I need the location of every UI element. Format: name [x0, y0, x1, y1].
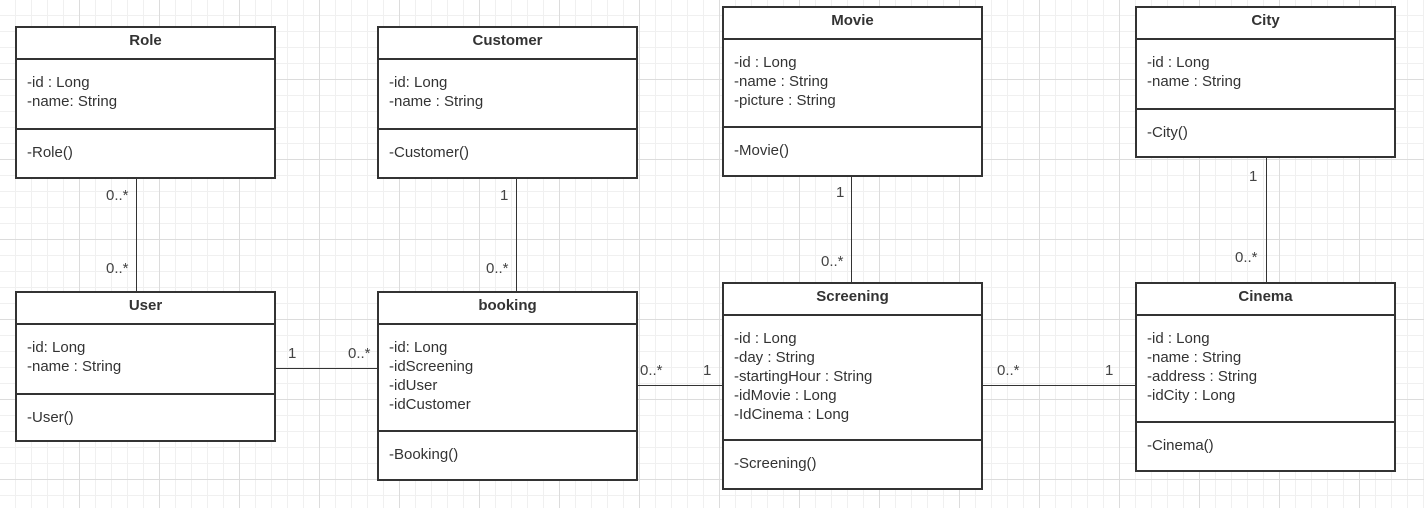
attribute: -id : Long — [734, 330, 797, 347]
attribute-section: -id : Long -name : String — [1137, 40, 1394, 110]
multiplicity-booking-screening-right: 1 — [703, 362, 712, 379]
class-name: Screening — [724, 284, 981, 316]
operation: -Booking() — [389, 446, 459, 463]
attribute: -name: String — [27, 93, 118, 110]
assoc-user-booking — [275, 368, 378, 369]
attribute: -name : String — [734, 73, 829, 90]
operation-section: -Screening() — [724, 441, 981, 488]
class-name: booking — [379, 293, 636, 325]
attribute-section: -id : Long -day : String -startingHour :… — [724, 316, 981, 441]
operation-section: -Booking() — [379, 432, 636, 479]
attribute-section: -id: Long -name : String — [17, 325, 274, 395]
operation: -Screening() — [734, 455, 817, 472]
multiplicity-screening-cinema-left: 0..* — [997, 362, 1020, 379]
attribute: -idScreening — [389, 358, 474, 375]
operation-section: -City() — [1137, 110, 1394, 156]
attribute-section: -id : Long -name : String -picture : Str… — [724, 40, 981, 128]
multiplicity-customer-booking-top: 1 — [500, 187, 509, 204]
attribute: -idUser — [389, 377, 438, 394]
operation-section: -User() — [17, 395, 274, 440]
operation: -Customer() — [389, 144, 470, 161]
multiplicity-city-cinema-bottom: 0..* — [1235, 249, 1258, 266]
operation-section: -Movie() — [724, 128, 981, 175]
assoc-screening-cinema — [981, 385, 1136, 386]
attribute: -idCustomer — [389, 396, 471, 413]
attribute: -name : String — [389, 93, 484, 110]
operation-section: -Customer() — [379, 130, 636, 177]
class-city[interactable]: City -id : Long -name : String -City() — [1135, 6, 1396, 158]
attribute: -id: Long — [389, 339, 448, 356]
attribute-section: -id: Long -idScreening -idUser -idCustom… — [379, 325, 636, 432]
attribute: -idMovie : Long — [734, 387, 837, 404]
multiplicity-movie-screening-bottom: 0..* — [821, 253, 844, 270]
attribute: -id: Long — [389, 74, 448, 91]
multiplicity-booking-screening-left: 0..* — [640, 362, 663, 379]
attribute-section: -id: Long -name : String — [379, 60, 636, 130]
class-role[interactable]: Role -id : Long -name: String -Role() — [15, 26, 276, 179]
attribute: -id : Long — [1147, 54, 1210, 71]
assoc-booking-screening — [636, 385, 723, 386]
multiplicity-role-user-top: 0..* — [106, 187, 129, 204]
attribute: -idCity : Long — [1147, 387, 1236, 404]
class-user[interactable]: User -id: Long -name : String -User() — [15, 291, 276, 442]
attribute: -day : String — [734, 349, 815, 366]
multiplicity-city-cinema-top: 1 — [1249, 168, 1258, 185]
attribute: -id : Long — [1147, 330, 1210, 347]
class-cinema[interactable]: Cinema -id : Long -name : String -addres… — [1135, 282, 1396, 472]
multiplicity-user-booking-right: 0..* — [348, 345, 371, 362]
attribute: -startingHour : String — [734, 368, 873, 385]
class-name: Movie — [724, 8, 981, 40]
attribute-section: -id : Long -name : String -address : Str… — [1137, 316, 1394, 423]
class-name: Customer — [379, 28, 636, 60]
class-name: Role — [17, 28, 274, 60]
class-movie[interactable]: Movie -id : Long -name : String -picture… — [722, 6, 983, 177]
operation-section: -Cinema() — [1137, 423, 1394, 470]
operation: -City() — [1147, 124, 1188, 141]
multiplicity-screening-cinema-right: 1 — [1105, 362, 1114, 379]
operation: -Movie() — [734, 142, 789, 159]
class-booking[interactable]: booking -id: Long -idScreening -idUser -… — [377, 291, 638, 481]
class-name: User — [17, 293, 274, 325]
attribute: -id : Long — [27, 74, 90, 91]
attribute: -address : String — [1147, 368, 1258, 385]
operation-section: -Role() — [17, 130, 274, 177]
operation: -Cinema() — [1147, 437, 1214, 454]
attribute: -name : String — [1147, 73, 1242, 90]
multiplicity-movie-screening-top: 1 — [836, 184, 845, 201]
class-name: Cinema — [1137, 284, 1394, 316]
class-customer[interactable]: Customer -id: Long -name : String -Custo… — [377, 26, 638, 179]
multiplicity-customer-booking-bottom: 0..* — [486, 260, 509, 277]
attribute: -id : Long — [734, 54, 797, 71]
operation: -User() — [27, 409, 74, 426]
attribute: -name : String — [1147, 349, 1242, 366]
attribute-section: -id : Long -name: String — [17, 60, 274, 130]
multiplicity-role-user-bottom: 0..* — [106, 260, 129, 277]
class-screening[interactable]: Screening -id : Long -day : String -star… — [722, 282, 983, 490]
multiplicity-user-booking-left: 1 — [288, 345, 297, 362]
attribute: -picture : String — [734, 92, 836, 109]
assoc-role-user — [136, 178, 137, 291]
operation: -Role() — [27, 144, 73, 161]
assoc-movie-screening — [851, 176, 852, 282]
assoc-city-cinema — [1266, 157, 1267, 282]
class-name: City — [1137, 8, 1394, 40]
attribute: -name : String — [27, 358, 122, 375]
attribute: -id: Long — [27, 339, 86, 356]
assoc-customer-booking — [516, 178, 517, 291]
attribute: -IdCinema : Long — [734, 406, 850, 423]
